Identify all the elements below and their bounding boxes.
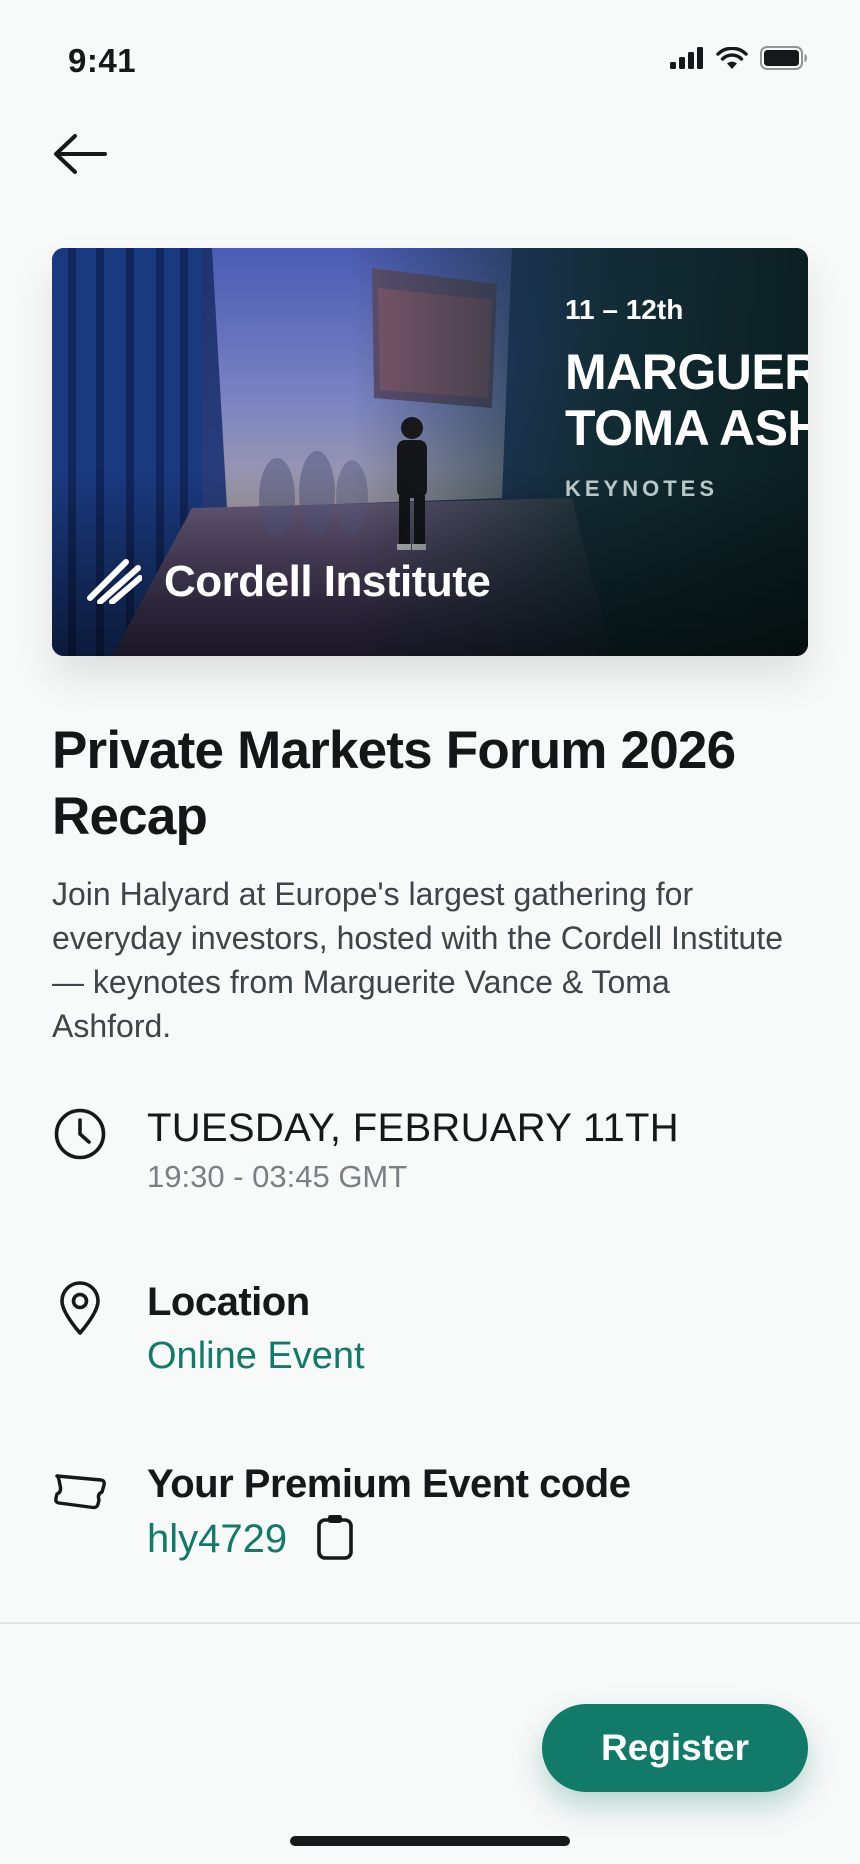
event-banner: 11 – 12th MARGUERITE TOMA ASHFORD KEYNOT… xyxy=(52,248,808,656)
banner-speaker-line-1: MARGUERITE xyxy=(565,344,808,400)
status-bar: 9:41 xyxy=(0,0,860,110)
register-button[interactable]: Register xyxy=(542,1704,808,1792)
banner-speakers: MARGUERITE TOMA ASHFORD xyxy=(565,344,808,456)
clipboard-icon xyxy=(316,1513,354,1566)
map-pin-icon xyxy=(52,1280,108,1336)
event-date: TUESDAY, FEBRUARY 11TH xyxy=(147,1106,679,1150)
banner-brand: Cordell Institute xyxy=(86,554,491,609)
clock-icon xyxy=(52,1106,108,1162)
event-code-text: Your Premium Event code hly4729 xyxy=(147,1462,631,1566)
banner-tag: KEYNOTES xyxy=(565,476,719,501)
event-location-text: Location Online Event xyxy=(147,1280,365,1378)
battery-icon xyxy=(760,46,808,75)
footer-divider xyxy=(0,1622,860,1624)
location-label: Location xyxy=(147,1280,310,1324)
wifi-icon xyxy=(716,46,748,75)
cordell-logo-icon xyxy=(86,554,143,609)
event-title: Private Markets Forum 2026 Recap xyxy=(52,721,736,846)
banner-brand-name: Cordell Institute xyxy=(164,556,491,606)
home-indicator xyxy=(290,1836,570,1846)
event-date-text: TUESDAY, FEBRUARY 11TH 19:30 - 03:45 GMT xyxy=(147,1106,679,1195)
location-value[interactable]: Online Event xyxy=(147,1335,365,1378)
banner-date-range: 11 – 12th xyxy=(565,294,684,325)
cellular-signal-icon xyxy=(670,47,704,74)
ticket-icon xyxy=(52,1462,108,1518)
arrow-left-icon xyxy=(51,132,109,181)
event-description: Join Halyard at Europe's largest gatheri… xyxy=(52,876,784,1044)
back-button[interactable] xyxy=(48,128,112,184)
event-code-value[interactable]: hly4729 xyxy=(147,1517,287,1562)
copy-code-button[interactable] xyxy=(315,1513,355,1566)
status-time: 9:41 xyxy=(68,42,137,79)
event-time: 19:30 - 03:45 GMT xyxy=(147,1159,408,1194)
banner-speaker-line-2: TOMA ASHFORD xyxy=(565,400,808,456)
code-line: hly4729 xyxy=(147,1513,630,1566)
code-label: Your Premium Event code xyxy=(147,1462,631,1506)
status-icons xyxy=(670,46,808,75)
